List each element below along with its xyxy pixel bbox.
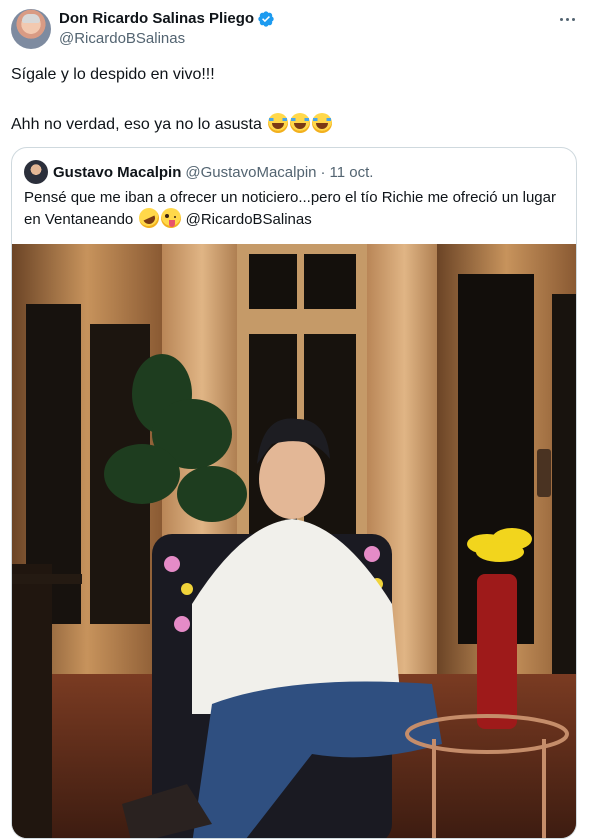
mention-link[interactable]: @RicardoBSalinas	[186, 211, 312, 228]
rolling-on-the-floor-laughing-icon	[136, 204, 163, 232]
face-with-tears-of-joy-icon	[268, 113, 289, 133]
quoted-tweet[interactable]: Gustavo Macalpin @GustavoMacalpin · 11 o…	[11, 147, 577, 839]
tweet: Don Ricardo Salinas Pliego @RicardoBSali…	[0, 0, 593, 839]
separator-dot: ·	[320, 163, 326, 181]
author-handle[interactable]: @RicardoBSalinas	[59, 29, 275, 49]
author-display-name[interactable]: Don Ricardo Salinas Pliego	[59, 9, 254, 29]
tweet-author: Don Ricardo Salinas Pliego @RicardoBSali…	[59, 9, 275, 49]
quoted-text-line-2-text: en Ventaneando	[24, 211, 134, 228]
quoted-tweet-header: Gustavo Macalpin @GustavoMacalpin · 11 o…	[24, 160, 373, 184]
tweet-text-line-2: Ahh no verdad, eso ya no lo asusta	[11, 113, 333, 135]
author-avatar[interactable]	[11, 9, 51, 49]
verified-badge-icon	[258, 11, 274, 27]
quoted-tweet-photo[interactable]	[12, 244, 576, 839]
face-with-tears-of-joy-icon	[312, 113, 333, 133]
quoted-timestamp[interactable]: 11 oct.	[330, 164, 374, 181]
quoted-author-avatar[interactable]	[24, 160, 48, 184]
quoted-author-handle[interactable]: @GustavoMacalpin	[185, 164, 316, 181]
winking-face-with-tongue-icon	[161, 208, 182, 228]
tweet-text-line-2-text: Ahh no verdad, eso ya no lo asusta	[11, 116, 262, 133]
quoted-tweet-text: Pensé que me iban a ofrecer un noticiero…	[24, 188, 564, 232]
quoted-author-name[interactable]: Gustavo Macalpin	[53, 164, 181, 181]
quoted-text-line-1: Pensé que me iban a ofrecer un noticiero…	[24, 189, 556, 206]
more-horizontal-icon[interactable]	[554, 8, 580, 30]
quoted-text-line-2: en Ventaneando @RicardoBSalinas	[24, 204, 564, 232]
tweet-text-line-1: Sígale y lo despido en vivo!!!	[11, 66, 215, 83]
face-with-tears-of-joy-icon	[290, 113, 311, 133]
